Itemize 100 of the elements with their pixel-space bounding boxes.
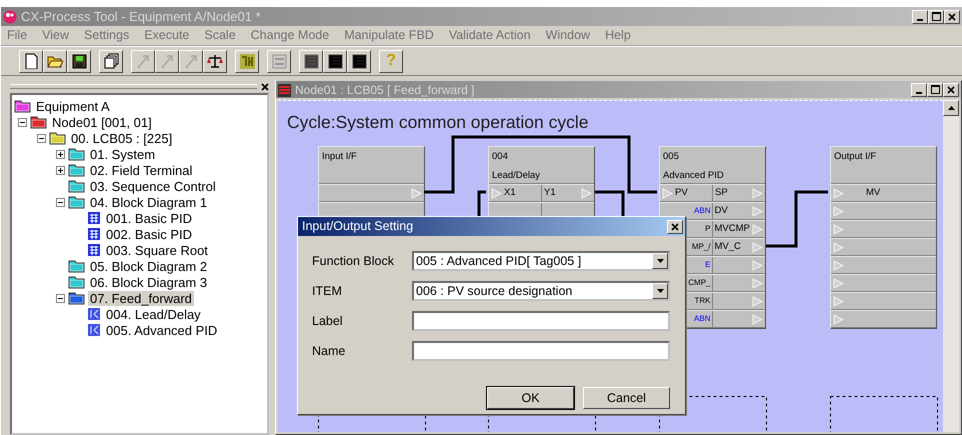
port-label: MV_C (714, 240, 741, 254)
collapse-icon[interactable] (56, 294, 65, 302)
input-port-icon[interactable] (833, 260, 844, 270)
spreadsheet-icon (351, 53, 367, 69)
close-icon (671, 222, 679, 230)
port-label: X1 (504, 186, 516, 200)
tree-item[interactable]: 001. Basic PID (104, 210, 194, 226)
spreadsheet-icon (327, 53, 343, 69)
minimize-button[interactable] (912, 10, 928, 24)
minimize-button[interactable] (911, 82, 927, 96)
connection-line[interactable] (595, 190, 624, 216)
input-port-icon[interactable] (833, 278, 844, 288)
arrow-icon (135, 53, 151, 69)
close-button[interactable] (944, 10, 960, 24)
expand-icon[interactable] (56, 166, 65, 174)
dropdown-field[interactable]: 005 : Advanced PID[ Tag005 ] (412, 251, 670, 271)
diagram-sheet-icon (87, 307, 101, 321)
connection-line[interactable] (766, 190, 828, 248)
port-label: Y1 (544, 186, 556, 200)
port-label: CMP_ (688, 277, 710, 289)
tree-item[interactable]: 05. Block Diagram 2 (88, 258, 210, 274)
arrow-icon (183, 53, 199, 69)
port-label: DV (714, 204, 728, 218)
input-port-icon[interactable] (662, 188, 673, 198)
block-title: 004 (492, 150, 509, 164)
input-port-icon[interactable] (833, 296, 844, 306)
diagram-window-icon (278, 84, 291, 97)
maximize-button[interactable] (927, 82, 943, 96)
tree-item[interactable]: 02. Field Terminal (88, 162, 194, 178)
dialog-button[interactable]: Cancel (583, 387, 670, 409)
port-label: ABN (694, 313, 710, 325)
cycle-label: Cycle:System common operation cycle (287, 111, 588, 134)
tree-item[interactable]: 01. System (88, 146, 158, 162)
port-label: SP (715, 186, 728, 200)
block-title: Output I/F (834, 150, 878, 164)
input-port-icon[interactable] (833, 242, 844, 252)
toolbar-button[interactable] (323, 50, 347, 72)
port-label: ABN (694, 205, 710, 217)
grid-sheet-icon (87, 243, 101, 257)
tree-item[interactable]: 00. LCB05 : [225] (69, 130, 174, 146)
minimize-icon (916, 92, 922, 94)
grid-sheet-icon (87, 227, 101, 241)
tree-item[interactable]: 005. Advanced PID (104, 322, 220, 338)
input-port-icon[interactable] (833, 206, 844, 216)
block-title: Lead/Delay (492, 169, 542, 184)
tree-item[interactable]: 003. Square Root (104, 242, 210, 258)
maximize-icon (932, 12, 940, 21)
close-icon[interactable] (261, 82, 269, 91)
collapse-icon[interactable] (56, 198, 65, 206)
field-label: Function Block (312, 252, 395, 270)
toolbar-button[interactable] (99, 50, 123, 72)
close-button[interactable] (667, 220, 683, 234)
dropdown-field[interactable]: 006 : PV source designation (412, 281, 670, 301)
collapse-icon[interactable] (18, 118, 27, 126)
new-file-icon (23, 53, 39, 69)
window-title: CX-Process Tool - Equipment A/Node01 * (21, 8, 261, 26)
input-port-icon[interactable] (833, 224, 844, 234)
tree-item[interactable]: 002. Basic PID (104, 226, 194, 242)
dropdown-arrow-icon[interactable] (656, 289, 664, 293)
tree-item[interactable]: Node01 [001, 01] (50, 114, 154, 130)
close-button[interactable] (943, 82, 959, 96)
block-title: Input I/F (322, 150, 358, 164)
input-port-icon[interactable] (833, 314, 844, 324)
port-label: E (705, 259, 710, 271)
dialog-title: Input/Output Setting (302, 218, 414, 236)
port-label: MVCMP (714, 222, 750, 236)
maximize-button[interactable] (928, 10, 944, 24)
tree-item[interactable]: 07. Feed_forward (88, 290, 194, 306)
input-port-icon[interactable] (833, 188, 844, 198)
expand-icon[interactable] (56, 150, 65, 158)
toolbar-button[interactable] (235, 50, 259, 72)
tree-item[interactable]: 06. Block Diagram 3 (88, 274, 210, 290)
toolbar-button[interactable] (67, 50, 91, 72)
copy-icon (103, 53, 119, 69)
text-field[interactable] (412, 311, 670, 331)
tree-item[interactable]: 004. Lead/Delay (104, 306, 203, 322)
dropdown-arrow-icon[interactable] (656, 259, 664, 263)
text-field[interactable] (412, 341, 670, 361)
dialog-button[interactable]: OK (487, 387, 574, 409)
connection-line[interactable] (478, 190, 486, 216)
run-icon (239, 53, 255, 69)
vertical-scrollbar[interactable] (943, 100, 959, 432)
tree-item[interactable]: 03. Sequence Control (88, 178, 218, 194)
arrow-icon (159, 53, 175, 69)
toolbar-button[interactable] (347, 50, 371, 72)
toolbar-button[interactable] (43, 50, 67, 72)
app-icon (3, 10, 17, 24)
tree-item[interactable]: 04. Block Diagram 1 (88, 194, 210, 210)
toolbar-button[interactable] (203, 50, 227, 72)
toolbar-button[interactable] (19, 50, 43, 72)
child-window-title: Node01 : LCB05 [ Feed_forward ] (295, 82, 474, 98)
close-icon (948, 12, 956, 20)
scroll-up-button[interactable] (943, 100, 959, 116)
tree-item[interactable]: Equipment A (34, 98, 112, 114)
connection-line[interactable] (424, 136, 657, 194)
function-block[interactable]: Output I/F MV (830, 146, 937, 329)
collapse-icon[interactable] (37, 134, 46, 142)
input-port-icon[interactable] (491, 188, 502, 198)
balance-scale-icon (207, 53, 223, 69)
maximize-icon (930, 85, 940, 94)
